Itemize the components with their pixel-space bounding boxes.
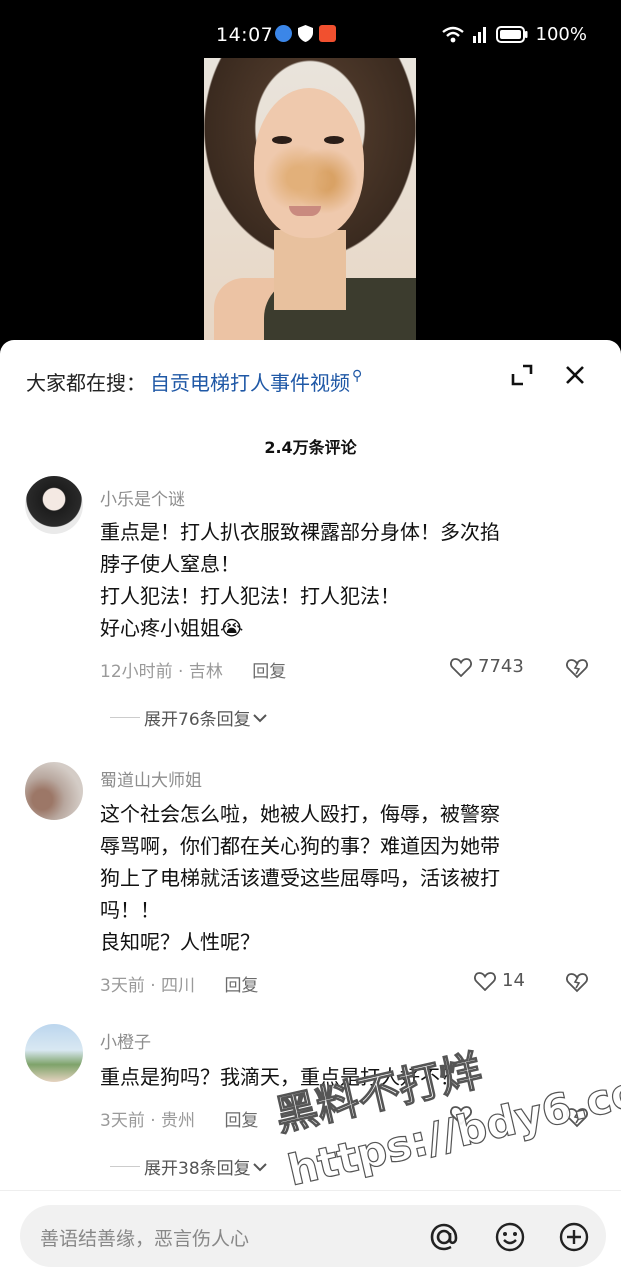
comment-line: 辱骂啊，你们都在关心狗的事？难道因为她带: [100, 834, 500, 858]
search-prefix: 大家都在搜：: [26, 371, 146, 395]
comment-input-bar: 善语结善缘，恶言伤人心: [0, 1190, 621, 1281]
dislike-icon[interactable]: [566, 971, 588, 993]
expand-replies-button[interactable]: 展开38条回复: [110, 1154, 269, 1179]
browser-icon: [275, 25, 292, 42]
like-button[interactable]: 14: [474, 970, 525, 991]
status-bar: 14:07 100%: [0, 0, 621, 58]
reply-button[interactable]: 回复: [252, 662, 286, 682]
signal-icon: [472, 27, 486, 43]
comment-line: 好心疼小姐姐😭: [100, 616, 244, 640]
reply-button[interactable]: 回复: [224, 1111, 258, 1131]
search-icon: ⚲: [352, 367, 363, 384]
comment-meta: 12小时前 · 吉林 回复: [100, 657, 286, 682]
dislike-icon[interactable]: [566, 657, 588, 679]
avatar[interactable]: [25, 1024, 83, 1082]
avatar[interactable]: [25, 476, 83, 534]
reply-button[interactable]: 回复: [224, 976, 258, 996]
comment-meta: 3天前 · 贵州 回复: [100, 1106, 258, 1131]
expand-line: [110, 1166, 140, 1167]
video-player[interactable]: [204, 58, 416, 348]
comment-text: 这个社会怎么啦，她被人殴打，侮辱，被警察 辱骂啊，你们都在关心狗的事？难道因为她…: [100, 798, 590, 958]
battery-percent: 100%: [535, 24, 587, 45]
expand-icon[interactable]: [511, 364, 533, 386]
comment-line: 良知呢？人性呢？: [100, 930, 260, 954]
chevron-down-icon: [252, 1162, 267, 1171]
video-mouth: [289, 206, 321, 216]
comment-time: 12小时前 · 吉林: [100, 662, 223, 682]
comment-line: 重点是！打人扒衣服致裸露部分身体！多次掐: [100, 520, 500, 544]
video-neck: [274, 230, 346, 310]
comment-line: 打人犯法！打人犯法！打人犯法！: [100, 584, 400, 608]
status-time: 14:07: [216, 24, 274, 46]
search-suggestion[interactable]: 大家都在搜： 自贡电梯打人事件视频 ⚲: [26, 367, 362, 396]
like-count: 14: [502, 970, 525, 991]
like-button[interactable]: 7743: [450, 656, 524, 677]
heart-icon: [450, 657, 472, 677]
app-notification-icon: [319, 25, 336, 42]
comment-line: 狗上了电梯就活该遭受这些屈辱吗，活该被打: [100, 866, 500, 890]
expand-line: [110, 717, 140, 718]
comment-input-placeholder: 善语结善缘，恶言伤人心: [40, 1228, 250, 1250]
comment-text: 重点是！打人扒衣服致裸露部分身体！多次掐 脖子使人窒息！ 打人犯法！打人犯法！打…: [100, 516, 590, 644]
battery-icon: [495, 26, 528, 43]
status-right: 100%: [441, 24, 587, 45]
shield-icon: [298, 25, 313, 42]
close-icon[interactable]: [562, 362, 588, 388]
search-query-link[interactable]: 自贡电梯打人事件视频: [150, 367, 350, 396]
avatar[interactable]: [25, 762, 83, 820]
comment-username[interactable]: 小乐是个谜: [100, 485, 185, 510]
comment-time: 3天前 · 四川: [100, 976, 196, 996]
comment-line: 这个社会怎么啦，她被人殴打，侮辱，被警察: [100, 802, 500, 826]
comment-meta: 3天前 · 四川 回复: [100, 971, 258, 996]
comment-username[interactable]: 蜀道山大师姐: [100, 766, 202, 791]
wifi-icon: [441, 26, 464, 43]
comments-count: 2.4万条评论: [264, 438, 357, 457]
chevron-down-icon: [252, 713, 267, 722]
comment-line: 吗！！: [100, 898, 160, 922]
expand-replies-label: 展开76条回复: [144, 710, 251, 730]
comment-time: 3天前 · 贵州: [100, 1111, 196, 1131]
comment-input[interactable]: 善语结善缘，恶言伤人心: [20, 1205, 606, 1267]
status-app-icons: [275, 25, 336, 42]
comment-username[interactable]: 小橙子: [100, 1028, 151, 1053]
expand-replies-button[interactable]: 展开76条回复: [110, 705, 269, 730]
comment-line: 脖子使人窒息！: [100, 552, 240, 576]
heart-icon: [474, 971, 496, 991]
video-eye-right: [324, 136, 344, 144]
add-icon[interactable]: [558, 1221, 590, 1253]
like-count: 7743: [478, 656, 524, 677]
video-eye-left: [272, 136, 292, 144]
expand-replies-label: 展开38条回复: [144, 1159, 251, 1179]
mention-icon[interactable]: [428, 1221, 460, 1253]
emoji-icon[interactable]: [494, 1221, 526, 1253]
